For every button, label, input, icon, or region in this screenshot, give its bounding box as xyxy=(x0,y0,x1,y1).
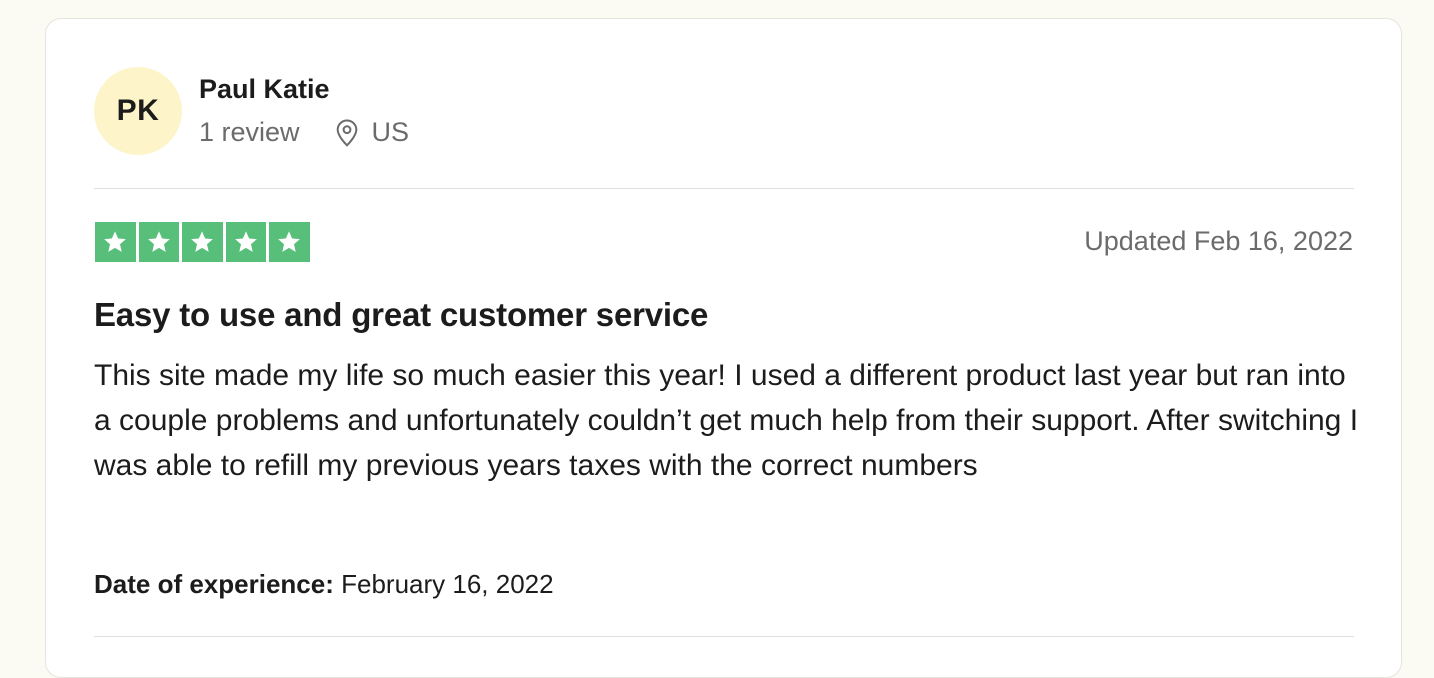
review-date: Updated Feb 16, 2022 xyxy=(1084,226,1353,256)
avatar[interactable]: PK xyxy=(94,67,182,155)
consumer-name[interactable]: Paul Katie xyxy=(199,74,330,105)
header-divider xyxy=(94,188,1354,189)
consumer-meta: 1 review US xyxy=(199,117,409,148)
review-count: 1 review xyxy=(199,117,300,147)
review-body: This site made my life so much easier th… xyxy=(94,359,1359,482)
star-rating xyxy=(95,222,310,262)
review-title[interactable]: Easy to use and great customer service xyxy=(94,296,708,334)
consumer-country: US xyxy=(371,117,410,147)
star-icon xyxy=(182,222,223,262)
star-icon xyxy=(269,222,310,262)
star-icon xyxy=(95,222,136,262)
star-icon xyxy=(138,222,179,262)
date-of-experience: Date of experience: February 16, 2022 xyxy=(94,569,554,600)
experience-date: February 16, 2022 xyxy=(341,569,554,599)
star-icon xyxy=(225,222,266,262)
experience-label: Date of experience: xyxy=(94,569,334,599)
avatar-initials: PK xyxy=(116,94,160,127)
review-card: PK Paul Katie 1 review US Updated Feb 16… xyxy=(45,18,1402,678)
footer-divider xyxy=(94,636,1354,637)
location-pin-icon xyxy=(334,118,360,148)
